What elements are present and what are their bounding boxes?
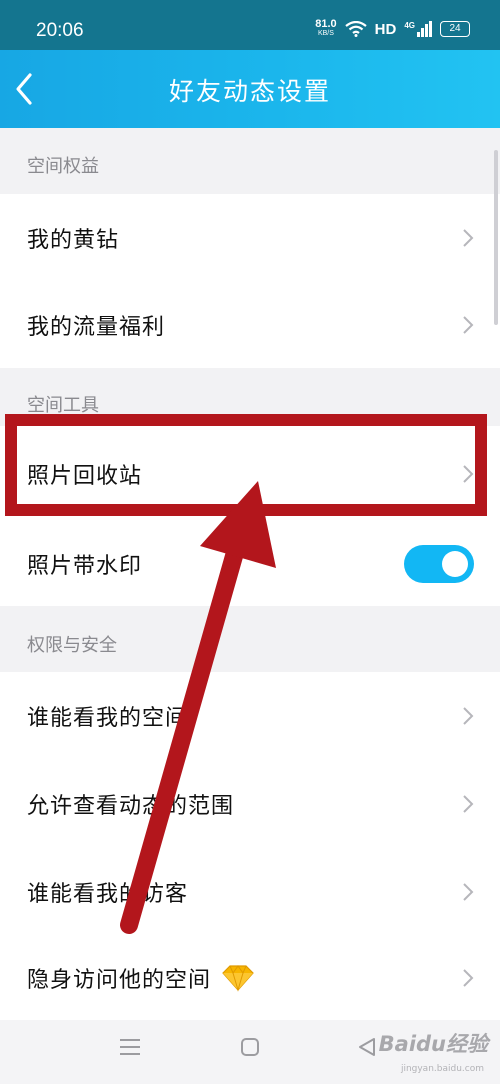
row-label: 隐身访问他的空间 <box>27 968 212 993</box>
scrollbar[interactable] <box>494 150 498 325</box>
wifi-icon <box>344 21 367 37</box>
row-label: 照片回收站 <box>27 464 143 489</box>
chevron-right-icon <box>463 883 474 901</box>
row-invisible-visit[interactable]: 隐身访问他的空间 <box>0 936 500 1020</box>
home-icon[interactable] <box>240 1037 260 1057</box>
watermark-toggle[interactable] <box>404 545 474 583</box>
page-title: 好友动态设置 <box>168 77 331 106</box>
status-bar: 20:06 81.0 KB/S HD 4G 24 <box>0 0 500 50</box>
chevron-right-icon <box>463 707 474 725</box>
network-speed: 81.0 KB/S <box>315 18 337 38</box>
chevron-right-icon <box>463 316 474 334</box>
watermark-url: jingyan.baidu.com <box>400 1064 484 1074</box>
chevron-right-icon <box>463 795 474 813</box>
row-photo-recycle-bin[interactable]: 照片回收站 <box>0 426 500 522</box>
row-photo-watermark[interactable]: 照片带水印 <box>0 522 500 606</box>
row-label: 允许查看动态的范围 <box>27 794 235 819</box>
status-time: 20:06 <box>36 20 84 41</box>
row-traffic-benefits[interactable]: 我的流量福利 <box>0 282 500 368</box>
row-label: 我的黄钻 <box>27 228 120 253</box>
row-label: 谁能看我的访客 <box>27 882 189 907</box>
row-who-can-see-space[interactable]: 谁能看我的空间 <box>0 672 500 760</box>
chevron-right-icon <box>463 229 474 247</box>
row-label: 我的流量福利 <box>27 315 166 340</box>
network-speed-value: 81.0 <box>315 18 337 30</box>
header: 20:06 81.0 KB/S HD 4G 24 好友动态设置 <box>0 0 500 128</box>
network-type: 4G <box>404 21 415 30</box>
battery-icon: 24 <box>440 21 470 37</box>
toggle-knob <box>442 551 468 577</box>
battery-level: 24 <box>449 23 461 34</box>
row-feed-visibility-range[interactable]: 允许查看动态的范围 <box>0 760 500 848</box>
section-header-benefits: 空间权益 <box>27 156 99 177</box>
screen: 20:06 81.0 KB/S HD 4G 24 好友动态设置 空间权益 我的黄… <box>0 0 500 1084</box>
navigation-bar: Baidu经验 jingyan.baidu.com <box>0 1020 500 1084</box>
diamond-icon <box>222 965 254 992</box>
back-triangle-icon[interactable] <box>356 1036 378 1058</box>
section-header-tools: 空间工具 <box>27 395 99 416</box>
chevron-right-icon <box>463 969 474 987</box>
chevron-right-icon <box>463 465 474 483</box>
hd-indicator: HD <box>374 20 397 38</box>
status-indicators: 81.0 KB/S HD 4G 24 <box>315 18 470 38</box>
row-who-can-see-visitors[interactable]: 谁能看我的访客 <box>0 848 500 936</box>
section-header-privacy: 权限与安全 <box>27 635 117 656</box>
signal-icon: 4G <box>404 21 432 37</box>
row-label: 谁能看我的空间 <box>27 706 189 731</box>
network-speed-unit: KB/S <box>317 30 334 37</box>
row-yellow-diamond[interactable]: 我的黄钻 <box>0 194 500 282</box>
menu-icon[interactable] <box>119 1037 141 1057</box>
row-label: 照片带水印 <box>27 554 143 579</box>
watermark-text: Baidu经验 <box>378 1032 488 1056</box>
